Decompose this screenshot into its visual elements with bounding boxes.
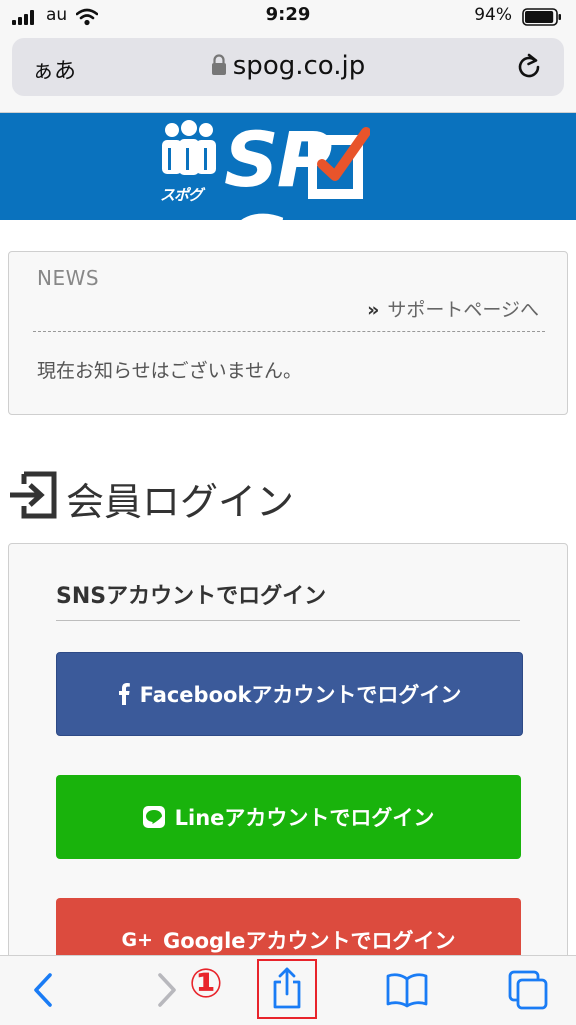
line-login-button[interactable]: Lineアカウントでログイン [56, 775, 521, 859]
login-icon [10, 471, 57, 519]
facebook-login-label: Facebookアカウントでログイン [139, 683, 462, 707]
support-page-link[interactable]: » サポートページへ [367, 295, 539, 322]
news-message: 現在お知らせはございません。 [37, 360, 303, 382]
news-panel: NEWS » サポートページへ 現在お知らせはございません。 [8, 251, 568, 415]
address-bar[interactable]: ぁあ spog.co.jp [12, 38, 564, 96]
line-login-label: Lineアカウントでログイン [174, 806, 435, 830]
battery-icon [522, 8, 562, 26]
url-field[interactable]: spog.co.jp [12, 51, 564, 83]
lock-icon [211, 53, 227, 83]
news-title: NEWS [37, 266, 100, 290]
logo-subtext: スポグ [160, 186, 203, 204]
facebook-login-button[interactable]: Facebookアカウントでログイン [56, 652, 523, 736]
back-icon[interactable] [30, 970, 56, 1014]
share-icon[interactable] [270, 966, 304, 1014]
tabs-icon[interactable] [507, 969, 549, 1015]
status-bar: au 9:29 94% [0, 0, 576, 34]
news-divider [33, 331, 545, 332]
logo-people-icon [162, 120, 216, 175]
sns-login-divider [56, 620, 520, 621]
spog-logo[interactable]: スポグ SPG [158, 118, 398, 286]
line-icon [142, 806, 165, 828]
browser-toolbar: ① [0, 955, 576, 1025]
forward-icon[interactable] [154, 970, 180, 1014]
bookmarks-icon[interactable] [385, 972, 429, 1012]
step-marker: ① [189, 961, 223, 1007]
member-login-title: 会員ログイン [66, 480, 295, 524]
facebook-icon [118, 683, 130, 705]
google-plus-icon: G+ [121, 929, 153, 951]
browser-chrome: ぁあ spog.co.jp [0, 34, 576, 113]
google-login-label: Googleアカウントでログイン [162, 929, 456, 953]
sns-login-title: SNSアカウントでログイン [56, 584, 327, 609]
reload-icon[interactable] [514, 52, 544, 86]
logo-checkbox-icon [308, 127, 370, 199]
sns-login-panel: SNSアカウントでログイン Facebookアカウントでログイン Lineアカウ… [8, 543, 568, 1025]
url-text: spog.co.jp [232, 51, 366, 81]
double-chevron-right-icon: » [367, 299, 380, 321]
battery-percent: 94% [474, 5, 512, 25]
